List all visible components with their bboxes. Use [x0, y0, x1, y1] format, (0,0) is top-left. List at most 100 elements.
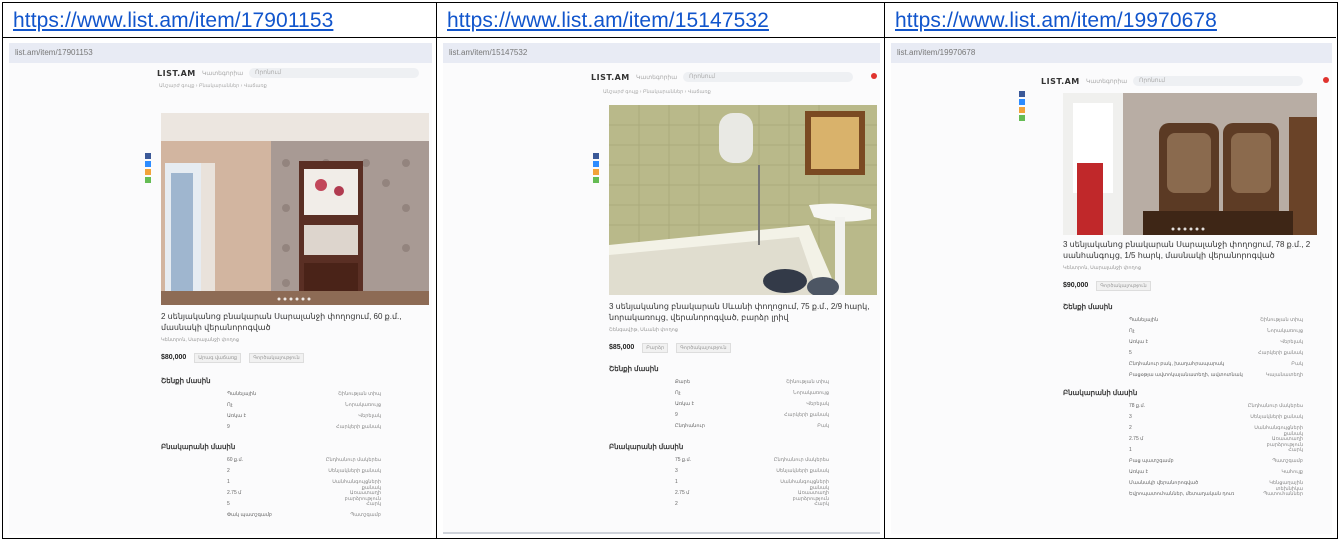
property-value: Քարե	[675, 379, 690, 385]
breadcrumb[interactable]: Անշարժ գույք › Բնակարաններ › Վաճառք	[159, 83, 267, 89]
property-value: 9	[227, 424, 230, 430]
listing-photo[interactable]	[609, 105, 877, 295]
property-value: 2.75 մ	[1129, 436, 1144, 442]
address-bar[interactable]: list.am/item/17901153	[9, 43, 432, 63]
property-label: Պատշգամբ	[1272, 458, 1303, 464]
breadcrumb[interactable]: Անշարժ գույք › Բնակարաններ › Վաճառք	[603, 89, 711, 95]
notification-dot[interactable]	[871, 73, 877, 79]
property-row: Նորակառույց Ոչ	[1063, 328, 1303, 339]
property-value: 2.75 մ	[675, 490, 690, 496]
property-value: Ոչ	[675, 390, 681, 396]
property-row: Բակ Ընդհանուր բակ, խաղահրապարակ	[1063, 361, 1303, 372]
property-row: Ընդհանուր մակերես 78 ք.մ.	[1063, 403, 1303, 414]
link-table: https://www.list.am/item/17901153 list.a…	[2, 2, 1338, 539]
category-menu[interactable]: Կատեգորիա	[202, 70, 243, 77]
messenger-icon[interactable]	[145, 161, 151, 167]
item-link-2[interactable]: https://www.list.am/item/15147532	[447, 9, 769, 33]
address-bar[interactable]: list.am/item/19970678	[891, 43, 1332, 63]
listing-tag: Բարձր	[642, 343, 669, 353]
property-row: Սենյակների քանակ 3	[609, 468, 829, 479]
property-value: 78 ք.մ.	[1129, 403, 1146, 409]
notification-dot[interactable]	[1323, 77, 1329, 83]
property-label: Կահույք	[1281, 469, 1303, 475]
property-label: Շինության տիպ	[786, 379, 829, 385]
property-row: Հարկ 1	[1063, 447, 1303, 458]
listing-location[interactable]: Կենտրոն, Սարալանջի փողոց	[161, 337, 239, 343]
room-photo	[161, 113, 429, 305]
item-link-3[interactable]: https://www.list.am/item/19970678	[895, 9, 1217, 33]
property-row: Սենյակների քանակ 3	[1063, 414, 1303, 425]
property-value: Ընդհանուր	[675, 423, 705, 429]
category-menu[interactable]: Կատեգորիա	[636, 74, 677, 81]
property-value: 1	[1129, 447, 1132, 453]
listing-tag: Գործակալություն	[1096, 281, 1151, 291]
property-label: Վերելակ	[1280, 339, 1303, 345]
share-buttons	[145, 153, 151, 185]
property-label: Սենյակների քանակ	[776, 468, 829, 474]
section-heading: Բնակարանի մասին	[1063, 390, 1138, 397]
property-label: Կայանատեղի	[1265, 372, 1303, 378]
odnoklassniki-icon[interactable]	[1019, 107, 1025, 113]
whatsapp-icon[interactable]	[593, 177, 599, 183]
messenger-icon[interactable]	[593, 161, 599, 167]
bathroom-photo	[609, 105, 877, 295]
property-value: Եվրոպատուհաններ, մետաղական դուռ	[1129, 491, 1235, 497]
whatsapp-icon[interactable]	[145, 177, 151, 183]
property-row: Ընդհանուր մակերես 75 ք.մ.	[609, 457, 829, 468]
property-label: Սենյակների քանակ	[1250, 414, 1303, 420]
listing-location[interactable]: Կենտրոն, Սարալանջի փողոց	[1063, 265, 1141, 271]
section-heading: Շենքի մասին	[161, 378, 211, 385]
search-input[interactable]: Որոնում	[249, 68, 419, 78]
building-properties: Շինության տիպ Պանելային Նորակառույց Ոչ Վեր…	[161, 391, 381, 435]
property-value: Առկա է	[1129, 469, 1149, 475]
listing-screenshot-3: list.am/item/19970678 LIST.AM Կատեգորիա …	[891, 43, 1332, 534]
property-row: Շինության տիպ Պանելային	[161, 391, 381, 402]
item-link-1[interactable]: https://www.list.am/item/17901153	[13, 9, 333, 33]
row-divider	[885, 37, 1336, 38]
property-value: 3	[1129, 414, 1132, 420]
property-value: 1	[675, 479, 678, 485]
facebook-icon[interactable]	[145, 153, 151, 159]
property-label: Նորակառույց	[1266, 328, 1303, 334]
property-label: Վերելակ	[806, 401, 829, 407]
messenger-icon[interactable]	[1019, 99, 1025, 105]
whatsapp-icon[interactable]	[1019, 115, 1025, 121]
property-row: Պատուհաններ Եվրոպատուհաններ, մետաղական դո…	[1063, 491, 1303, 502]
facebook-icon[interactable]	[593, 153, 599, 159]
facebook-icon[interactable]	[1019, 91, 1025, 97]
property-row: Նորակառույց Ոչ	[161, 402, 381, 413]
odnoklassniki-icon[interactable]	[593, 169, 599, 175]
listing-location[interactable]: Շենգավիթ, Սևանի փողոց	[609, 327, 678, 333]
search-input[interactable]: Որոնում	[1133, 76, 1303, 86]
table-cell-3: https://www.list.am/item/19970678 list.a…	[884, 3, 1336, 538]
property-value: 9	[675, 412, 678, 418]
site-logo[interactable]: LIST.AM	[157, 69, 196, 78]
property-value: Առկա է	[675, 401, 695, 407]
listing-price: $80,000	[161, 354, 187, 361]
property-row: Առաստաղի բարձրություն 2.75 մ	[609, 490, 829, 502]
category-menu[interactable]: Կատեգորիա	[1086, 78, 1127, 85]
property-row: Հարկերի քանակ 9	[161, 424, 381, 435]
property-row: Հարկերի քանակ 9	[609, 412, 829, 423]
property-value: Պանելային	[227, 391, 257, 397]
property-label: Սենյակների քանակ	[328, 468, 381, 474]
price-row: $90,000 Գործակալություն	[1063, 281, 1151, 291]
site-logo[interactable]: LIST.AM	[1041, 77, 1080, 86]
property-row: Առաստաղի բարձրություն 2.75 մ	[161, 490, 381, 502]
property-row: Սանհանգույցների քանակ 2	[1063, 425, 1303, 437]
listing-photo[interactable]	[161, 113, 429, 305]
property-label: Հարկերի քանակ	[336, 424, 381, 430]
search-placeholder: Որոնում	[1139, 78, 1166, 84]
property-row: Վերելակ Առկա է	[1063, 339, 1303, 350]
address-bar[interactable]: list.am/item/15147532	[443, 43, 880, 63]
search-input[interactable]: Որոնում	[683, 72, 853, 82]
property-label: Նորակառույց	[344, 402, 381, 408]
site-header: LIST.AM Կատեգորիա Որոնում	[157, 67, 432, 81]
site-logo[interactable]: LIST.AM	[591, 73, 630, 82]
odnoklassniki-icon[interactable]	[145, 169, 151, 175]
price-row: $85,000 Բարձր Գործակալություն	[609, 343, 731, 353]
property-value: 2.75 մ	[227, 490, 242, 496]
property-label: Շինության տիպ	[1260, 317, 1303, 323]
listing-photo[interactable]	[1063, 93, 1317, 235]
listing-title: 2 սենյականոց բնակարան Սարալանջի փողոցում…	[161, 312, 402, 332]
